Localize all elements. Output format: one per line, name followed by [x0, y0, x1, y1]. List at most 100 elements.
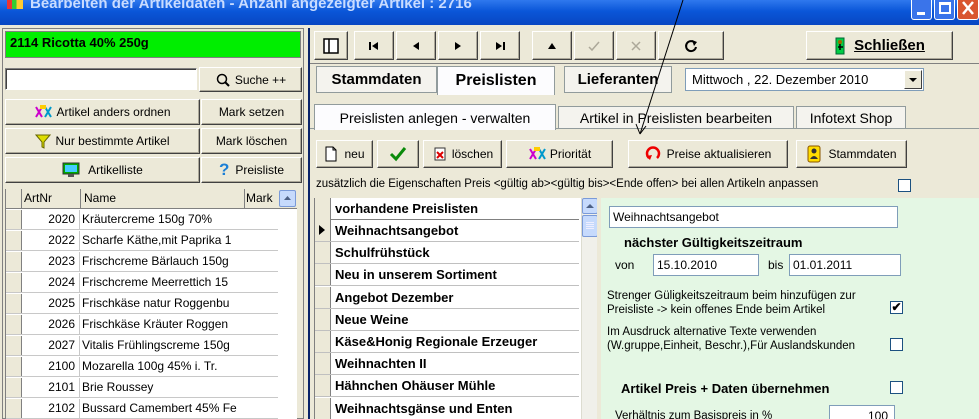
tab-lieferanten[interactable]: Lieferanten — [564, 66, 672, 93]
table-row[interactable]: 2022 Scharfe Käthe,mit Paprika 1 — [6, 231, 278, 251]
sort-articles-button[interactable]: Artikel anders ordnen — [5, 99, 200, 125]
first-record-icon[interactable] — [354, 31, 394, 60]
layout-icon[interactable] — [314, 31, 348, 60]
price-list-name: Weihnachtsgänse und Enten — [335, 400, 513, 416]
row-selector[interactable] — [6, 210, 22, 229]
row-selector[interactable] — [6, 252, 22, 271]
row-selector[interactable] — [315, 308, 331, 330]
price-list-header: vorhandene Preislisten — [315, 198, 579, 220]
price-list-item[interactable]: Weihnachten II — [315, 353, 579, 376]
table-row[interactable]: 2023 Frischcreme Bärlauch 150g — [6, 252, 278, 272]
ratio-field[interactable]: 100 — [829, 405, 895, 419]
next-record-icon[interactable] — [438, 31, 478, 60]
table-row[interactable]: 2102 Bussard Camembert 45% Fe — [6, 399, 278, 419]
previous-record-icon[interactable] — [396, 31, 436, 60]
column-header-artnr[interactable]: ArtNr — [24, 191, 52, 205]
filter-articles-button[interactable]: Nur bestimmte Artikel — [5, 128, 200, 154]
table-row[interactable]: 2027 Vitalis Frühlingscreme 150g — [6, 336, 278, 356]
row-selector[interactable] — [6, 294, 22, 313]
row-selector[interactable] — [315, 264, 331, 286]
strict-validity-checkbox[interactable]: ✔ — [890, 301, 903, 314]
row-selector[interactable] — [6, 378, 22, 397]
close-icon[interactable] — [957, 0, 979, 20]
application-window: Bearbeiten der Artikeldaten - Anzahl ang… — [0, 0, 979, 419]
scroll-up-button[interactable] — [582, 198, 597, 214]
validity-heading: nächster Gültigkeitszeitraum — [624, 235, 803, 250]
right-panel: Schließen Stammdaten Preislisten Liefera… — [308, 28, 979, 419]
confirm-button[interactable] — [377, 140, 419, 168]
valid-to-field[interactable]: 01.01.2011 — [789, 254, 901, 276]
tab-stammdaten[interactable]: Stammdaten — [316, 66, 437, 93]
price-list-item[interactable]: Angebot Dezember — [315, 286, 579, 309]
update-prices-button[interactable]: Preise aktualisieren — [628, 140, 788, 168]
row-selector[interactable] — [315, 220, 331, 241]
cell-artnr: 2027 — [22, 336, 80, 355]
minimize-icon[interactable] — [911, 0, 932, 20]
adjust-all-checkbox[interactable] — [898, 179, 911, 192]
article-grid-header: ArtNr Name Mark — [6, 189, 297, 209]
column-header-name[interactable]: Name — [84, 191, 116, 205]
row-selector[interactable] — [6, 357, 22, 376]
price-list-item[interactable]: Käse&Honig Regionale Erzeuger — [315, 331, 579, 353]
up-icon[interactable] — [532, 31, 572, 60]
table-row[interactable]: 2025 Frischkäse natur Roggenbu — [6, 294, 278, 314]
new-button[interactable]: neu — [316, 140, 373, 168]
price-list-name-field[interactable]: Weihnachtsangebot — [609, 206, 898, 228]
row-selector[interactable] — [315, 353, 331, 375]
master-data-button[interactable]: Stammdaten — [796, 140, 907, 168]
row-selector[interactable] — [315, 242, 331, 264]
price-list-item[interactable]: Neu in unserem Sortiment — [315, 264, 579, 287]
pricelist-button[interactable]: ? Preisliste — [201, 157, 302, 183]
row-selector[interactable] — [6, 273, 22, 292]
row-selector[interactable] — [315, 286, 331, 308]
price-list-name: Neu in unserem Sortiment — [335, 267, 497, 283]
take-over-checkbox[interactable] — [890, 381, 903, 394]
row-selector[interactable] — [6, 315, 22, 334]
mark-delete-button[interactable]: Mark löschen — [201, 128, 302, 154]
row-selector[interactable] — [315, 397, 331, 419]
price-list-scrollbar[interactable] — [581, 198, 597, 419]
table-row[interactable]: 2020 Kräutercreme 150g 70% — [6, 210, 278, 230]
search-input[interactable] — [5, 68, 197, 90]
last-record-icon[interactable] — [480, 31, 520, 60]
table-row[interactable]: 2024 Frischcreme Meerrettich 15 — [6, 273, 278, 293]
cell-name: Frischcreme Meerrettich 15 — [82, 275, 229, 289]
tab-preislisten[interactable]: Preislisten — [437, 66, 555, 95]
maximize-icon[interactable] — [934, 0, 955, 20]
pricelist-label: Preisliste — [235, 163, 285, 177]
scroll-up-button[interactable] — [279, 190, 296, 207]
date-select[interactable]: Mittwoch , 22. Dezember 2010 — [685, 68, 924, 91]
price-list-item[interactable]: Neue Weine — [315, 308, 579, 331]
close-button[interactable]: Schließen — [806, 31, 953, 60]
price-list-item[interactable]: Weihnachtsgänse und Enten — [315, 397, 579, 419]
tab-artikel-in-preislisten[interactable]: Artikel in Preislisten bearbeiten — [558, 106, 794, 128]
title-bar[interactable]: Bearbeiten der Artikeldaten - Anzahl ang… — [0, 0, 979, 25]
table-row[interactable]: 2026 Frischkäse Kräuter Roggen — [6, 315, 278, 335]
filter-icon — [35, 134, 52, 149]
table-row[interactable]: 2101 Brie Roussey — [6, 378, 278, 398]
mark-set-button[interactable]: Mark setzen — [201, 99, 302, 125]
column-header-mark[interactable]: Mark — [246, 191, 273, 205]
row-selector[interactable] — [315, 331, 331, 352]
price-list-item[interactable]: Schulfrühstück — [315, 242, 579, 265]
priority-button[interactable]: Priorität — [506, 140, 613, 168]
refresh-red-icon — [645, 146, 660, 160]
alt-text-checkbox[interactable] — [890, 338, 903, 351]
price-list-item[interactable]: Weihnachtsangebot — [315, 220, 579, 242]
row-selector[interactable] — [315, 375, 331, 397]
price-list-item[interactable]: Hähnchen Ohäuser Mühle — [315, 375, 579, 398]
row-selector[interactable] — [6, 399, 22, 418]
tab-preislisten-anlegen[interactable]: Preislisten anlegen - verwalten — [314, 104, 556, 130]
row-selector[interactable] — [6, 231, 22, 250]
tab-infotext-shop[interactable]: Infotext Shop — [796, 106, 906, 128]
valid-from-field[interactable]: 15.10.2010 — [653, 254, 759, 276]
delete-button[interactable]: löschen — [423, 140, 502, 168]
article-list-button[interactable]: Artikelliste — [5, 157, 200, 183]
chevron-down-icon[interactable] — [904, 70, 922, 89]
scroll-thumb[interactable] — [582, 215, 597, 237]
search-button[interactable]: Suche ++ — [199, 67, 302, 92]
row-selector[interactable] — [6, 336, 22, 355]
cell-name: Mozarella 100g 45% i. Tr. — [82, 359, 218, 373]
table-row[interactable]: 2100 Mozarella 100g 45% i. Tr. — [6, 357, 278, 377]
refresh-icon[interactable] — [658, 31, 724, 60]
